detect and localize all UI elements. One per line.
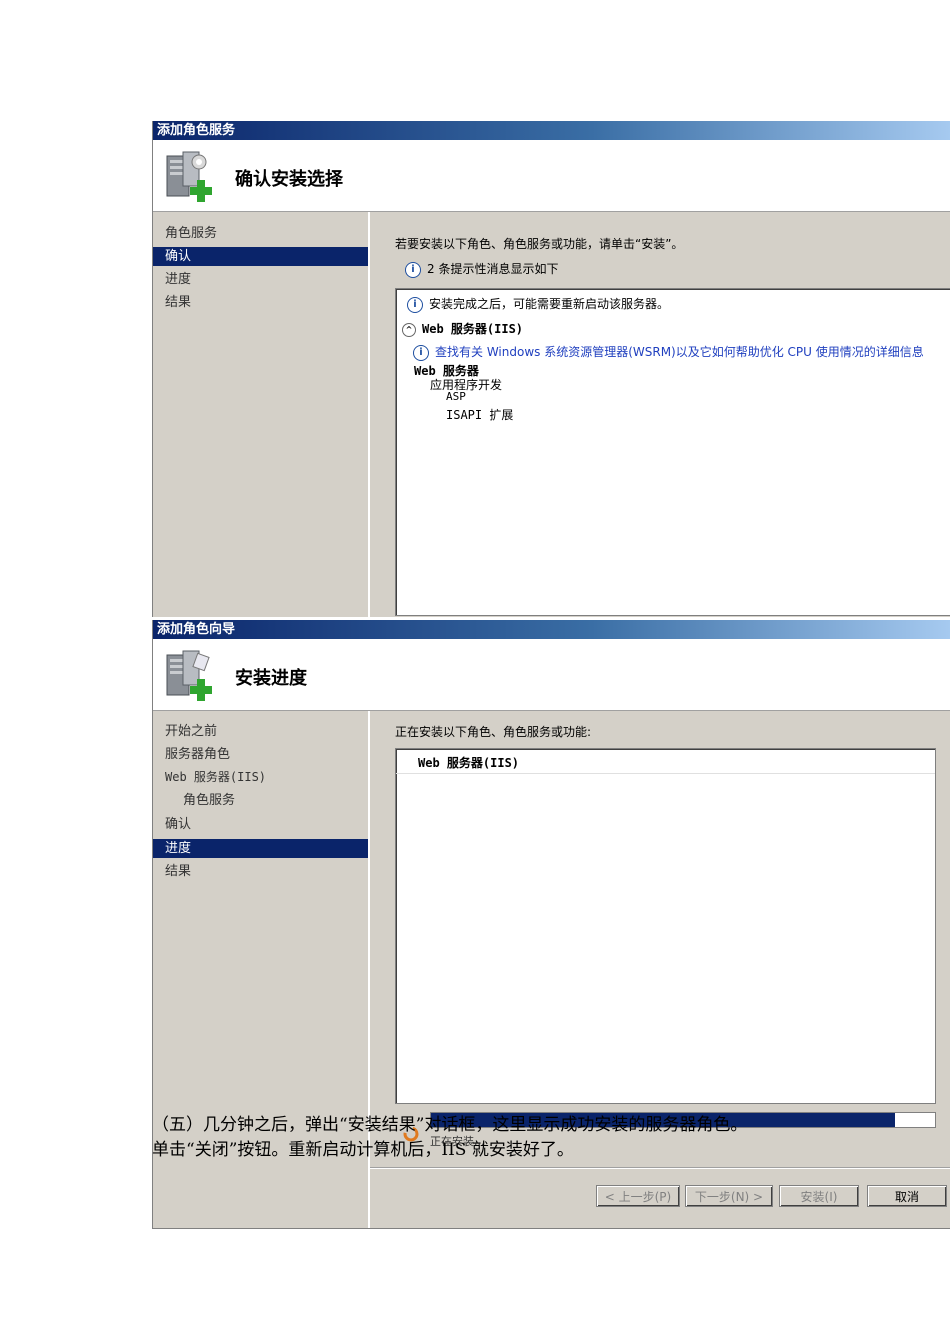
- nav-item-role-services[interactable]: 角色服务: [165, 224, 217, 243]
- intro-text: 若要安装以下角色、角色服务或功能，请单击“安装”。: [395, 237, 684, 251]
- footer-divider: [370, 1167, 950, 1169]
- info-icon: i: [405, 261, 421, 278]
- tree-item: ISAPI 扩展: [446, 408, 514, 422]
- doc-paragraph-line: 单击“关闭”按钮。重新启动计算机后，IIS 就安装好了。: [152, 1140, 574, 1160]
- back-button[interactable]: < 上一步(P): [596, 1185, 680, 1207]
- server-add-icon: [165, 150, 215, 202]
- nav-item-before-you-begin[interactable]: 开始之前: [165, 722, 217, 741]
- nav-item-confirm[interactable]: 确认: [165, 815, 191, 834]
- intro-text: 正在安装以下角色、角色服务或功能:: [395, 725, 592, 739]
- collapse-icon[interactable]: ^: [402, 322, 416, 337]
- next-button[interactable]: 下一步(N) >: [685, 1185, 773, 1207]
- page-title: 安装进度: [235, 668, 307, 689]
- nav-item-server-roles[interactable]: 服务器角色: [165, 745, 230, 764]
- wsrm-info-link[interactable]: i 查找有关 Windows 系统资源管理器(WSRM)以及它如何帮助优化 CPU…: [413, 343, 924, 361]
- window-title-bar: 添加角色服务: [153, 121, 950, 140]
- dialog-header: 确认安装选择: [153, 140, 950, 212]
- divider: [396, 773, 935, 774]
- nav-item-results[interactable]: 结果: [165, 862, 191, 881]
- restart-notice: i 安装完成之后，可能需要重新启动该服务器。: [407, 295, 669, 313]
- nav-item-progress[interactable]: 进度: [153, 839, 368, 858]
- content-pane: 若要安装以下角色、角色服务或功能，请单击“安装”。 i2 条提示性消息显示如下 …: [370, 212, 950, 617]
- nav-item-progress[interactable]: 进度: [165, 270, 191, 289]
- nav-item-web-server[interactable]: Web 服务器(IIS): [165, 768, 266, 787]
- info-icon: i: [413, 344, 429, 361]
- nav-item-results[interactable]: 结果: [165, 293, 191, 312]
- tree-item: 应用程序开发: [430, 378, 503, 392]
- dialog-header: 安装进度: [153, 639, 950, 711]
- install-button[interactable]: 安装(I): [779, 1185, 859, 1207]
- doc-paragraph-line: （五）几分钟之后，弹出“安装结果”对话框，这里显示成功安装的服务器角色。: [152, 1115, 748, 1135]
- nav-item-confirm[interactable]: 确认: [153, 247, 368, 266]
- dialog-add-role-services: 添加角色服务 确认安装选择 角色服务 确认 进度 结果 若要安装以下角色、角色服…: [152, 121, 950, 617]
- window-title-bar: 添加角色向导: [153, 620, 950, 639]
- nav-item-role-services[interactable]: 角色服务: [183, 791, 235, 810]
- server-add-icon: [165, 649, 215, 701]
- info-count: i2 条提示性消息显示如下: [405, 260, 558, 278]
- cancel-button[interactable]: 取消: [867, 1185, 947, 1207]
- install-list-box: Web 服务器(IIS): [395, 748, 936, 1104]
- install-item: Web 服务器(IIS): [418, 756, 520, 770]
- summary-box: i 安装完成之后，可能需要重新启动该服务器。 ^ Web 服务器(IIS) i 查找有…: [395, 288, 950, 616]
- group-header[interactable]: ^ Web 服务器(IIS): [402, 320, 523, 337]
- tree-item: ASP: [446, 390, 466, 403]
- page-title: 确认安装选择: [235, 169, 343, 190]
- wizard-nav: 角色服务 确认 进度 结果: [153, 212, 370, 617]
- info-icon: i: [407, 296, 423, 313]
